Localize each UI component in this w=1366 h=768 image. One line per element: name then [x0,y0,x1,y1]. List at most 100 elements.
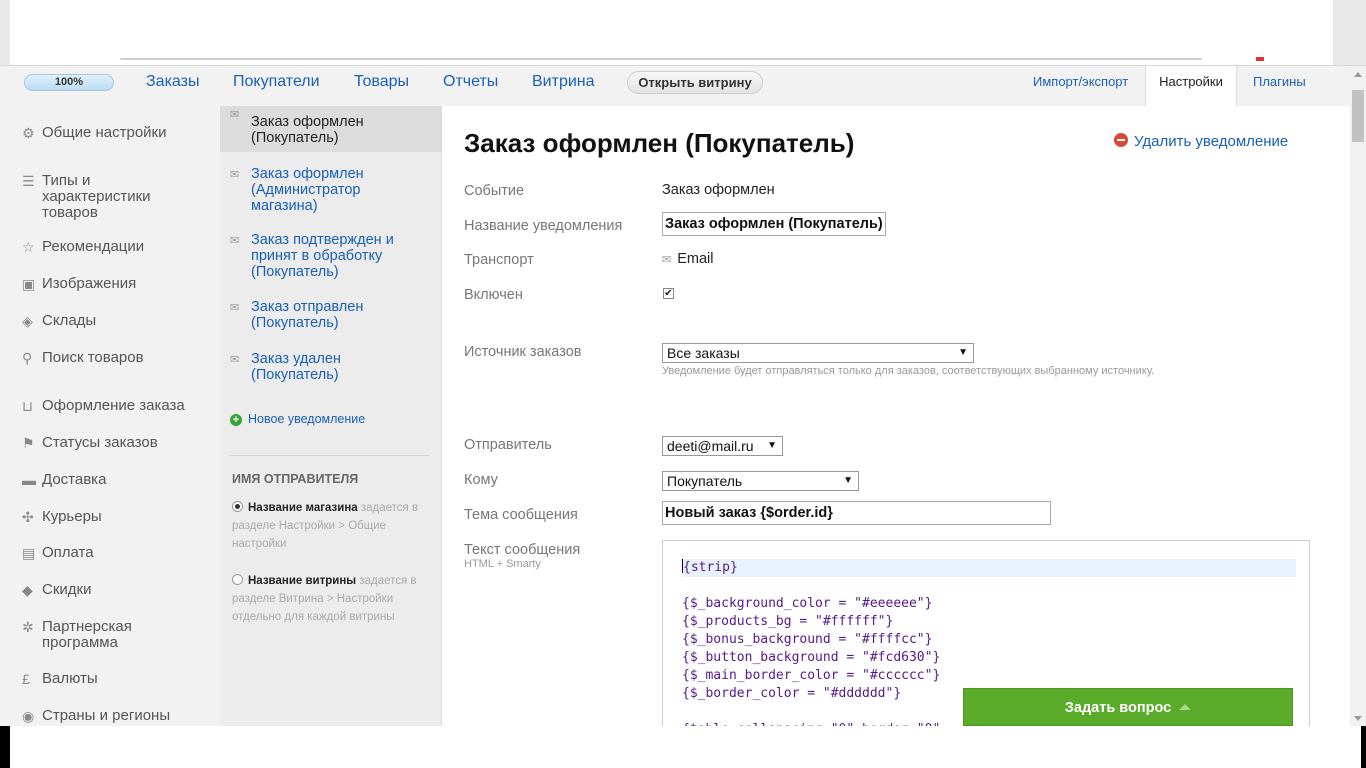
browser-toolbar [10,0,1333,58]
sidebar-item-couriers[interactable]: ✣ Курьеры [22,509,102,526]
notification-item[interactable]: ✉ Заказ отправлен (Покупатель) [220,299,400,331]
source-hint: Уведомление будет отправляться только дл… [662,365,1155,377]
star-icon: ☆ [22,239,35,255]
notification-label: Заказ оформлен (Покупатель) [251,114,364,146]
to-label: Кому [464,472,498,488]
source-selected: Все заказы [667,345,740,361]
nav-storefront[interactable]: Витрина [532,73,595,91]
transport-label: Транспорт [464,252,534,268]
zoom-indicator[interactable]: 100% [24,74,114,91]
radio-selected[interactable] [232,501,243,512]
source-label: Источник заказов [464,344,582,360]
source-select[interactable]: Все заказы ▼ [662,343,974,363]
event-value: Заказ оформлен [662,182,775,198]
sender-option-store[interactable]: Название магазина задается в разделе Нас… [232,499,432,553]
delete-notification-link[interactable]: Удалить уведомление [1114,132,1288,150]
sidebar-item-label: Оплата [42,544,94,561]
nav-plugins[interactable]: Плагины [1253,74,1306,89]
scroll-down-icon[interactable] [1354,716,1362,721]
tab-settings[interactable]: Настройки [1145,66,1237,106]
sender-option-storefront[interactable]: Название витрины задается в разделе Витр… [232,572,432,626]
code-line: {strip} [682,559,1296,577]
to-selected: Покупатель [667,473,743,489]
notification-item-selected[interactable]: ✉ Заказ оформлен (Покупатель) [220,106,441,152]
notification-item[interactable]: ✉ Заказ удален (Покупатель) [220,351,390,383]
scroll-up-icon[interactable] [1354,72,1362,77]
nav-customers[interactable]: Покупатели [233,73,320,91]
sidebar-item-label: Поиск товаров [42,349,144,366]
new-notification-link[interactable]: + Новое уведомление [230,412,365,426]
envelope-icon: ✉ [230,354,240,366]
ask-question-label: Задать вопрос [1064,700,1172,716]
divider [230,455,430,456]
code-line: {$_button_background = "#fcd630"} [682,650,941,665]
search-icon: ⚲ [22,350,33,366]
enabled-label: Включен [464,287,523,303]
sidebar-item-discounts[interactable]: ◆ Скидки [22,582,91,599]
code-line: {$_products_bg = "#ffffff"} [682,614,894,629]
subject-input[interactable]: Новый заказ {$order.id} [662,501,1051,525]
scrollbar-thumb[interactable] [1352,90,1364,142]
transport-value: ✉ Email [662,251,713,267]
to-select[interactable]: Покупатель ▼ [662,471,859,491]
sidebar-item-currencies[interactable]: £ Валюты [22,671,98,688]
list-icon: ☰ [22,173,35,189]
camera-icon: ▣ [22,276,36,292]
nav-import-export[interactable]: Импорт/экспорт [1033,74,1128,89]
name-input[interactable]: Заказ оформлен (Покупатель) [662,212,886,236]
bottom-area [0,726,1366,768]
notification-item[interactable]: ✉ Заказ подтвержден и принят в обработку … [220,232,410,280]
notification-form: Заказ оформлен (Покупатель) Удалить увед… [442,106,1332,740]
sender-select[interactable]: deeti@mail.ru ▼ [662,436,783,456]
enabled-checkbox[interactable]: ✔ [663,288,674,299]
notification-item[interactable]: ✉ Заказ оформлен (Администратор магазина) [220,166,410,214]
sidebar-item-label: Рекомендации [42,238,145,255]
top-nav: 100% Заказы Покупатели Товары Отчеты Вит… [0,66,1350,106]
radio-unselected[interactable] [232,574,243,585]
sidebar-item-warehouses[interactable]: ◈ Склады [22,313,96,330]
delete-icon [1114,133,1128,147]
sidebar-item-countries[interactable]: ◉ Страны и регионы [22,708,170,725]
nav-products[interactable]: Товары [354,73,409,91]
envelope-icon: ✉ [230,169,240,181]
tag-icon: ◆ [22,582,33,598]
page-scrollbar[interactable] [1350,66,1366,726]
open-storefront-button[interactable]: Открыть витрину [627,71,763,94]
cart-icon: ⊔ [22,398,33,414]
sidebar-item-label: Склады [42,312,97,329]
sidebar-item-search[interactable]: ⚲ Поиск товаров [22,350,144,367]
sidebar-item-checkout[interactable]: ⊔ Оформление заказа [22,398,185,415]
wallet-icon: ▤ [22,545,36,561]
sidebar-item-recommendations[interactable]: ☆ Рекомендации [22,239,144,256]
truck-icon: ▬ [22,472,36,488]
code-line: {$_background_color = "#eeeeee"} [682,596,933,611]
envelope-icon: ✉ [662,254,672,266]
name-label: Название уведомления [464,218,623,234]
nav-orders[interactable]: Заказы [146,73,199,91]
page-title: Заказ оформлен (Покупатель) [464,128,855,158]
browser-edge-left [0,0,10,66]
sidebar-item-order-statuses[interactable]: ⚑ Статусы заказов [22,435,158,452]
nav-reports[interactable]: Отчеты [443,73,498,91]
screen-edge [1361,726,1366,768]
sidebar-item-label: Курьеры [42,508,102,525]
sidebar-item-general[interactable]: ⚙ Общие настройки [22,125,167,142]
sender-name-heading: ИМЯ ОТПРАВИТЕЛЯ [232,472,359,486]
notification-label: Заказ оформлен (Администратор магазина) [251,166,364,214]
ask-question-button[interactable]: Задать вопрос [963,688,1293,726]
puzzle-icon: ✣ [22,509,34,525]
sidebar-item-label: Партнерская программа [42,618,132,651]
delete-label: Удалить уведомление [1134,133,1289,150]
sidebar-item-label: Общие настройки [42,124,167,141]
sidebar-item-affiliate[interactable]: ✲ Партнерская программа [22,619,162,651]
envelope-icon: ✉ [230,235,240,247]
settings-sidebar: ⚙ Общие настройки ☰ Типы и характеристики … [0,106,220,726]
sidebar-item-types[interactable]: ☰ Типы и характеристики товаров [22,173,182,221]
sidebar-item-label: Статусы заказов [42,434,158,451]
flag-icon: ⚑ [22,435,35,451]
notification-label: Заказ подтвержден и принят в обработку (… [251,232,394,280]
sidebar-item-images[interactable]: ▣ Изображения [22,276,136,293]
notification-label: Заказ удален (Покупатель) [251,351,341,383]
sidebar-item-shipping[interactable]: ▬ Доставка [22,472,106,489]
sidebar-item-payment[interactable]: ▤ Оплата [22,545,94,562]
